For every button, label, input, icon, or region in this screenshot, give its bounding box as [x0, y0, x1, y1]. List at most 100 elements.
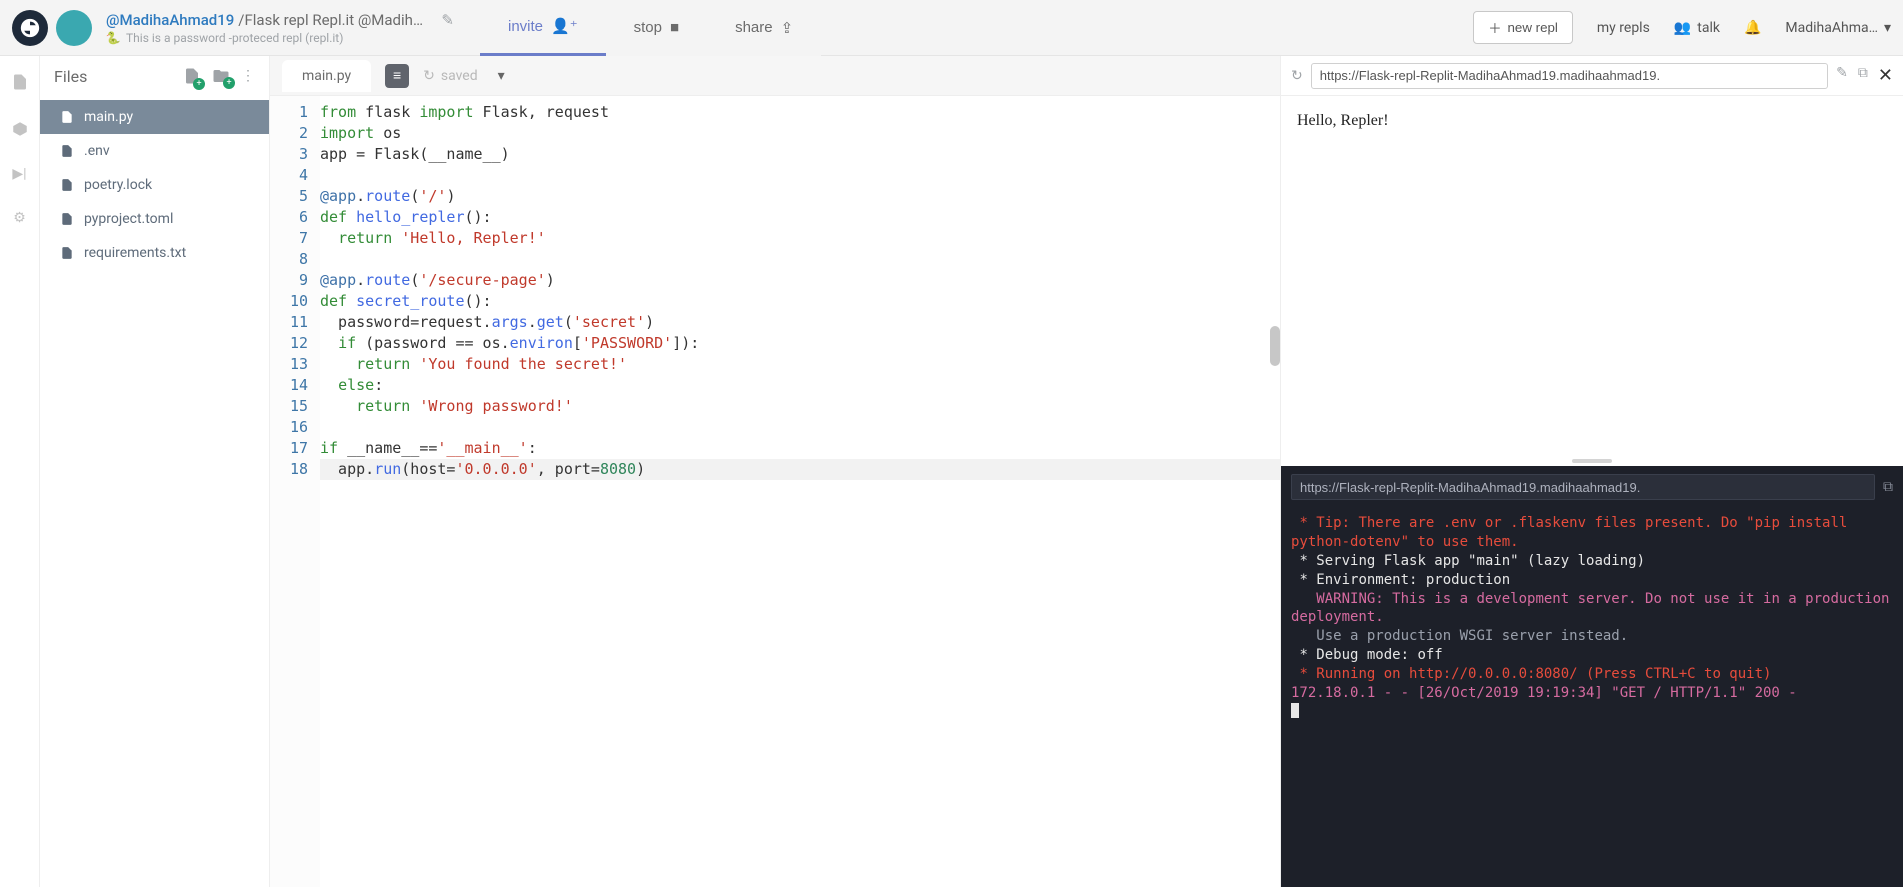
packages-rail-icon[interactable] — [11, 120, 29, 138]
code-line[interactable] — [320, 249, 1280, 270]
file-icon — [60, 177, 74, 193]
file-item-poetry-lock[interactable]: poetry.lock — [40, 168, 269, 202]
code-line[interactable]: from flask import Flask, request — [320, 102, 1280, 123]
account-menu[interactable]: MadihaAhma… ▾ — [1785, 20, 1891, 36]
files-title: Files — [54, 67, 173, 86]
scrollbar-thumb[interactable] — [1270, 326, 1280, 366]
code-line[interactable]: import os — [320, 123, 1280, 144]
console-line: * Tip: There are .env or .flaskenv files… — [1291, 514, 1893, 552]
preview-body: Hello, Repler! — [1281, 96, 1903, 456]
reload-icon[interactable]: ↻ — [1291, 68, 1303, 84]
code-line[interactable]: return 'You found the secret!' — [320, 354, 1280, 375]
close-preview-icon[interactable]: ✕ — [1878, 65, 1893, 86]
pane-resize-handle[interactable] — [1281, 456, 1903, 466]
breadcrumb-repl-name: /Flask repl Repl.it @MadihaAh… — [238, 11, 427, 29]
debugger-rail-icon[interactable]: ▶| — [12, 166, 26, 182]
breadcrumb-user[interactable]: @MadihaAhmad19 — [106, 11, 234, 29]
code-line[interactable]: @app.route('/') — [320, 186, 1280, 207]
preview-url-input[interactable] — [1311, 63, 1828, 89]
file-item-pyproject-toml[interactable]: pyproject.toml — [40, 202, 269, 236]
history-chevron-icon[interactable]: ▾ — [498, 68, 505, 84]
line-number: 13 — [270, 354, 308, 375]
line-number: 14 — [270, 375, 308, 396]
file-label: .env — [84, 143, 110, 159]
file-label: main.py — [84, 109, 133, 125]
console-line: * Environment: production — [1291, 571, 1893, 590]
replit-logo[interactable] — [12, 10, 48, 46]
file-icon — [60, 109, 74, 125]
code-line[interactable]: return 'Hello, Repler!' — [320, 228, 1280, 249]
preview-content: Hello, Repler! — [1297, 112, 1389, 129]
line-number: 1 — [270, 102, 308, 123]
code-line[interactable]: app.run(host='0.0.0.0', port=8080) — [320, 459, 1280, 480]
line-number: 7 — [270, 228, 308, 249]
edit-name-icon[interactable]: ✎ — [441, 11, 454, 29]
line-number: 2 — [270, 123, 308, 144]
file-item-requirements-txt[interactable]: requirements.txt — [40, 236, 269, 270]
code-line[interactable]: else: — [320, 375, 1280, 396]
console-line: WARNING: This is a development server. D… — [1291, 590, 1893, 628]
line-number: 17 — [270, 438, 308, 459]
edit-url-icon[interactable]: ✎ — [1836, 65, 1848, 86]
people-icon: 👥 — [1674, 20, 1691, 36]
format-icon[interactable]: ≡ — [385, 64, 409, 88]
line-number: 16 — [270, 417, 308, 438]
line-number: 5 — [270, 186, 308, 207]
code-line[interactable] — [320, 417, 1280, 438]
refresh-icon: ↻ — [423, 68, 435, 84]
share-icon: ⇪ — [781, 19, 794, 37]
line-number: 6 — [270, 207, 308, 228]
code-line[interactable]: def secret_route(): — [320, 291, 1280, 312]
file-item-main-py[interactable]: main.py — [40, 100, 269, 134]
chevron-down-icon: ▾ — [1884, 20, 1891, 36]
code-line[interactable]: app = Flask(__name__) — [320, 144, 1280, 165]
files-rail-icon[interactable] — [11, 72, 29, 92]
code-line[interactable]: password=request.args.get('secret') — [320, 312, 1280, 333]
invite-button[interactable]: invite 👤⁺ — [480, 0, 606, 56]
new-folder-icon[interactable]: + — [211, 67, 231, 85]
code-line[interactable]: if (password == os.environ['PASSWORD']): — [320, 333, 1280, 354]
line-number: 11 — [270, 312, 308, 333]
avatar[interactable] — [56, 10, 92, 46]
files-menu-icon[interactable]: ⋮ — [241, 68, 255, 84]
file-label: requirements.txt — [84, 245, 186, 261]
stop-button[interactable]: stop ■ — [606, 0, 707, 56]
new-file-icon[interactable]: + — [183, 66, 201, 86]
code-line[interactable]: if __name__=='__main__': — [320, 438, 1280, 459]
notifications-icon[interactable]: 🔔 — [1744, 20, 1761, 36]
settings-rail-icon[interactable]: ⚙ — [13, 210, 26, 226]
code-line[interactable]: return 'Wrong password!' — [320, 396, 1280, 417]
console-line: * Running on http://0.0.0.0:8080/ (Press… — [1291, 665, 1893, 684]
share-button[interactable]: share ⇪ — [707, 0, 821, 56]
file-icon — [60, 143, 74, 159]
line-number: 15 — [270, 396, 308, 417]
stop-icon: ■ — [670, 19, 679, 36]
invite-icon: 👤⁺ — [551, 17, 578, 35]
code-line[interactable] — [320, 165, 1280, 186]
console-url-input[interactable] — [1291, 474, 1875, 500]
new-repl-button[interactable]: ＋ new repl — [1473, 11, 1573, 44]
line-number: 18 — [270, 459, 308, 480]
file-label: pyproject.toml — [84, 211, 173, 227]
code-line[interactable]: def hello_repler(): — [320, 207, 1280, 228]
saved-indicator: ↻ saved — [423, 68, 477, 84]
plus-icon: ＋ — [1488, 18, 1501, 37]
repl-sub-text: This is a password -proteced repl (repl.… — [126, 31, 343, 45]
code-editor[interactable]: 123456789101112131415161718 from flask i… — [270, 96, 1280, 887]
console-open-external-icon[interactable]: ⧉ — [1883, 479, 1893, 495]
file-item--env[interactable]: .env — [40, 134, 269, 168]
console-output: * Tip: There are .env or .flaskenv files… — [1281, 508, 1903, 730]
console-line: 172.18.0.1 - - [26/Oct/2019 19:19:34] "G… — [1291, 684, 1893, 703]
line-number: 4 — [270, 165, 308, 186]
console-line: Use a production WSGI server instead. — [1291, 627, 1893, 646]
file-label: poetry.lock — [84, 177, 152, 193]
console-line: * Debug mode: off — [1291, 646, 1893, 665]
talk-link[interactable]: 👥 talk — [1674, 20, 1720, 36]
tab-main-py[interactable]: main.py — [282, 60, 371, 92]
file-icon — [60, 245, 74, 261]
my-repls-link[interactable]: my repls — [1597, 20, 1650, 36]
console-cursor — [1291, 703, 1299, 718]
console-line: * Serving Flask app "main" (lazy loading… — [1291, 552, 1893, 571]
code-line[interactable]: @app.route('/secure-page') — [320, 270, 1280, 291]
open-external-icon[interactable]: ⧉ — [1858, 65, 1868, 86]
